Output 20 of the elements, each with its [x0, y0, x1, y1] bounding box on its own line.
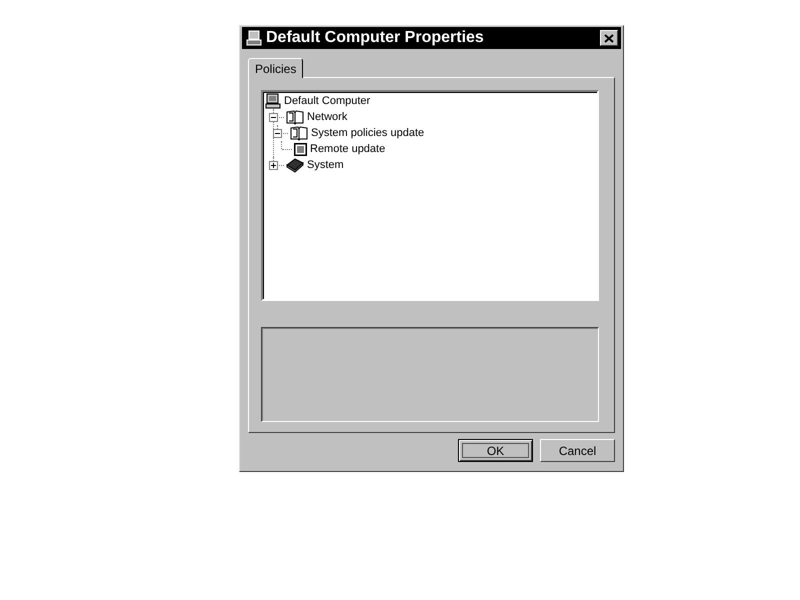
collapse-icon[interactable]	[269, 113, 278, 122]
checkbox-icon[interactable]	[294, 142, 307, 156]
window-title: Default Computer Properties	[266, 29, 485, 47]
expand-icon[interactable]	[269, 161, 278, 170]
open-book-icon	[290, 125, 308, 141]
tree-item[interactable]: System policies update	[311, 127, 424, 139]
tab[interactable]: Policies	[248, 58, 304, 78]
close-icon	[604, 34, 614, 42]
open-book-icon	[286, 109, 304, 125]
dialog-button[interactable]: OK	[458, 439, 533, 462]
dialog-button[interactable]: Cancel	[540, 439, 615, 462]
tree-item[interactable]: Default Computer	[284, 95, 370, 107]
closed-book-icon	[286, 157, 304, 173]
close-button[interactable]	[600, 30, 618, 46]
collapse-icon[interactable]	[273, 129, 282, 138]
tree-item[interactable]: Network	[307, 111, 348, 123]
tree-item[interactable]: System	[307, 159, 344, 171]
computer-icon	[265, 93, 281, 109]
computer-icon	[246, 30, 262, 46]
tree-item[interactable]: Remote update	[310, 143, 386, 155]
